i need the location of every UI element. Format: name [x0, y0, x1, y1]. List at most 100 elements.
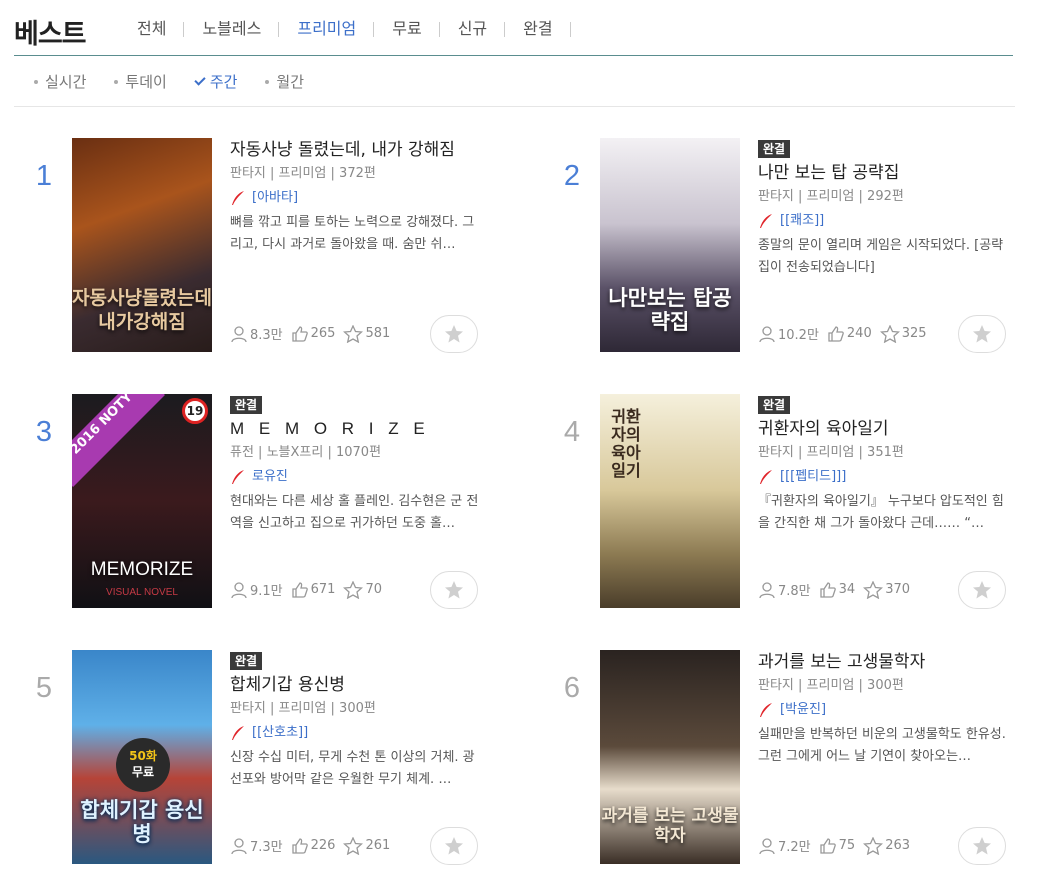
subtab-monthly[interactable]: 월간	[265, 71, 304, 92]
book-title[interactable]: 나만 보는 탑 공략집	[758, 161, 1014, 185]
noty-ribbon: 2016 NOTY	[72, 394, 165, 487]
book-stats: 7.2만 75 263	[758, 836, 918, 855]
rank-number: 2	[563, 160, 581, 192]
user-icon	[759, 581, 775, 598]
favorite-button[interactable]	[958, 827, 1006, 865]
book-cover[interactable]: 자동사냥돌렸는데 내가강해짐	[72, 138, 212, 352]
book-stats: 10.2만 240 325	[758, 324, 935, 343]
list-item[interactable]: 4 귀환자의 육아일기 완결 귀환자의 육아일기 판타지 | 프리미엄 | 35…	[552, 394, 1012, 614]
book-title[interactable]: 귀환자의 육아일기	[758, 417, 1014, 441]
feather-icon	[232, 470, 244, 484]
header-bar: 베스트 전체 노블레스 프리미엄 무료 신규 완결	[14, 10, 1013, 56]
period-tabs: 실시간 투데이 주간 월간	[14, 57, 1015, 107]
cover-title: 합체기갑 용신병	[80, 798, 204, 846]
star-outline-icon	[343, 836, 364, 855]
likes-stat: 75	[819, 837, 855, 855]
feather-icon	[760, 470, 772, 484]
book-description: 현대와는 다른 세상 홀 플레인. 김수현은 군 전역을 신고하고 집으로 귀가…	[230, 494, 479, 531]
author-link[interactable]: [아바타]	[230, 189, 486, 207]
book-info: 완결 합체기갑 용신병 판타지 | 프리미엄 | 300편 [[산호초]] 신장…	[230, 650, 486, 791]
book-cover[interactable]: 2016 NOTY 19 MEMORIZE VISUAL NOVEL	[72, 394, 212, 608]
list-item[interactable]: 6 과거를 보는 고생물학자 과거를 보는 고생물학자 판타지 | 프리미엄 |…	[552, 650, 1012, 870]
feather-icon	[760, 214, 772, 228]
favorite-button[interactable]	[958, 315, 1006, 353]
user-icon	[231, 325, 247, 342]
book-meta: 판타지 | 프리미엄 | 351편	[758, 445, 904, 460]
book-info: 자동사냥 돌렸는데, 내가 강해짐 판타지 | 프리미엄 | 372편 [아바타…	[230, 138, 486, 256]
star-icon	[973, 837, 991, 855]
stars-stat: 263	[863, 836, 910, 855]
completed-badge: 완결	[230, 396, 263, 414]
completed-badge: 완결	[230, 652, 263, 670]
book-info: 완결 나만 보는 탑 공략집 판타지 | 프리미엄 | 292편 [[쾌조]] …	[758, 138, 1014, 279]
author-link[interactable]: [[[펩티드]]]	[758, 468, 1014, 486]
favorite-button[interactable]	[430, 827, 478, 865]
star-icon	[445, 325, 463, 343]
cover-title: 자동사냥돌렸는데 내가강해짐	[72, 287, 212, 333]
book-meta: 판타지 | 프리미엄 | 300편	[758, 678, 904, 693]
stars-stat: 325	[879, 324, 927, 343]
author-link[interactable]: [[산호초]]	[230, 724, 486, 742]
author-link[interactable]: [[쾌조]]	[758, 212, 1014, 230]
thumbs-up-icon	[291, 581, 308, 598]
subtab-realtime[interactable]: 실시간	[34, 71, 86, 92]
stars-stat: 70	[343, 580, 382, 599]
list-item[interactable]: 1 자동사냥돌렸는데 내가강해짐 자동사냥 돌렸는데, 내가 강해짐 판타지 |…	[24, 138, 484, 358]
book-description: 뼈를 깎고 피를 토하는 노력으로 강해졌다. 그리고, 다시 과거로 돌아왔을…	[230, 215, 475, 252]
favorite-button[interactable]	[430, 571, 478, 609]
tab-noblesse[interactable]: 노블레스	[184, 18, 280, 40]
book-title[interactable]: 합체기갑 용신병	[230, 673, 486, 697]
book-cover[interactable]: 나만보는 탑공략집	[600, 138, 740, 352]
rank-number: 6	[563, 672, 581, 704]
book-stats: 7.3만 226 261	[230, 836, 398, 855]
star-outline-icon	[863, 580, 884, 599]
list-item[interactable]: 3 2016 NOTY 19 MEMORIZE VISUAL NOVEL 완결 …	[24, 394, 484, 614]
feather-icon	[232, 191, 244, 205]
book-description: 실패만을 반복하던 비운의 고생물학도 한유성. 그런 그에게 어느 날 기연이…	[758, 727, 1006, 764]
star-icon	[445, 837, 463, 855]
user-icon	[231, 837, 247, 854]
author-link[interactable]: 로유진	[230, 468, 486, 486]
tab-completed[interactable]: 완결	[505, 18, 572, 40]
star-icon	[973, 581, 991, 599]
book-meta: 판타지 | 프리미엄 | 300편	[230, 701, 376, 716]
category-tabs: 전체 노블레스 프리미엄 무료 신규 완결	[119, 18, 572, 40]
list-item[interactable]: 2 나만보는 탑공략집 완결 나만 보는 탑 공략집 판타지 | 프리미엄 | …	[552, 138, 1012, 358]
feather-icon	[232, 726, 244, 740]
book-meta: 판타지 | 프리미엄 | 372편	[230, 166, 376, 181]
likes-stat: 226	[291, 837, 335, 855]
book-meta: 판타지 | 프리미엄 | 292편	[758, 189, 904, 204]
rank-number: 4	[563, 416, 581, 448]
book-title[interactable]: M E M O R I Z E	[230, 417, 486, 441]
star-icon	[973, 325, 991, 343]
user-icon	[231, 581, 247, 598]
completed-badge: 완결	[758, 140, 791, 158]
tab-new[interactable]: 신규	[440, 18, 506, 40]
tab-all[interactable]: 전체	[119, 18, 185, 40]
book-title[interactable]: 과거를 보는 고생물학자	[758, 650, 1014, 674]
book-meta: 퓨전 | 노블X프리 | 1070편	[230, 445, 382, 460]
favorite-button[interactable]	[430, 315, 478, 353]
list-item[interactable]: 5 50화 무료 합체기갑 용신병 완결 합체기갑 용신병 판타지 | 프리미엄 …	[24, 650, 484, 870]
likes-stat: 240	[827, 325, 872, 343]
book-cover[interactable]: 귀환자의 육아일기	[600, 394, 740, 608]
book-stats: 7.8만 34 370	[758, 580, 918, 599]
likes-stat: 34	[819, 581, 855, 599]
thumbs-up-icon	[828, 325, 844, 342]
tab-premium[interactable]: 프리미엄	[279, 18, 375, 40]
completed-badge: 완결	[758, 396, 791, 414]
book-title[interactable]: 자동사냥 돌렸는데, 내가 강해짐	[230, 138, 486, 162]
check-icon	[194, 73, 206, 86]
cover-title: 나만보는 탑공략집	[608, 286, 732, 334]
book-cover[interactable]: 과거를 보는 고생물학자	[600, 650, 740, 864]
thumbs-up-icon	[819, 581, 836, 598]
thumbs-up-icon	[291, 325, 308, 342]
subtab-today[interactable]: 투데이	[114, 71, 167, 92]
tab-free[interactable]: 무료	[374, 18, 441, 40]
stars-stat: 581	[343, 324, 390, 343]
bullet-icon	[265, 79, 270, 84]
subtab-weekly[interactable]: 주간	[194, 71, 237, 92]
favorite-button[interactable]	[958, 571, 1006, 609]
author-link[interactable]: [박윤진]	[758, 701, 1014, 719]
book-cover[interactable]: 50화 무료 합체기갑 용신병	[72, 650, 212, 864]
